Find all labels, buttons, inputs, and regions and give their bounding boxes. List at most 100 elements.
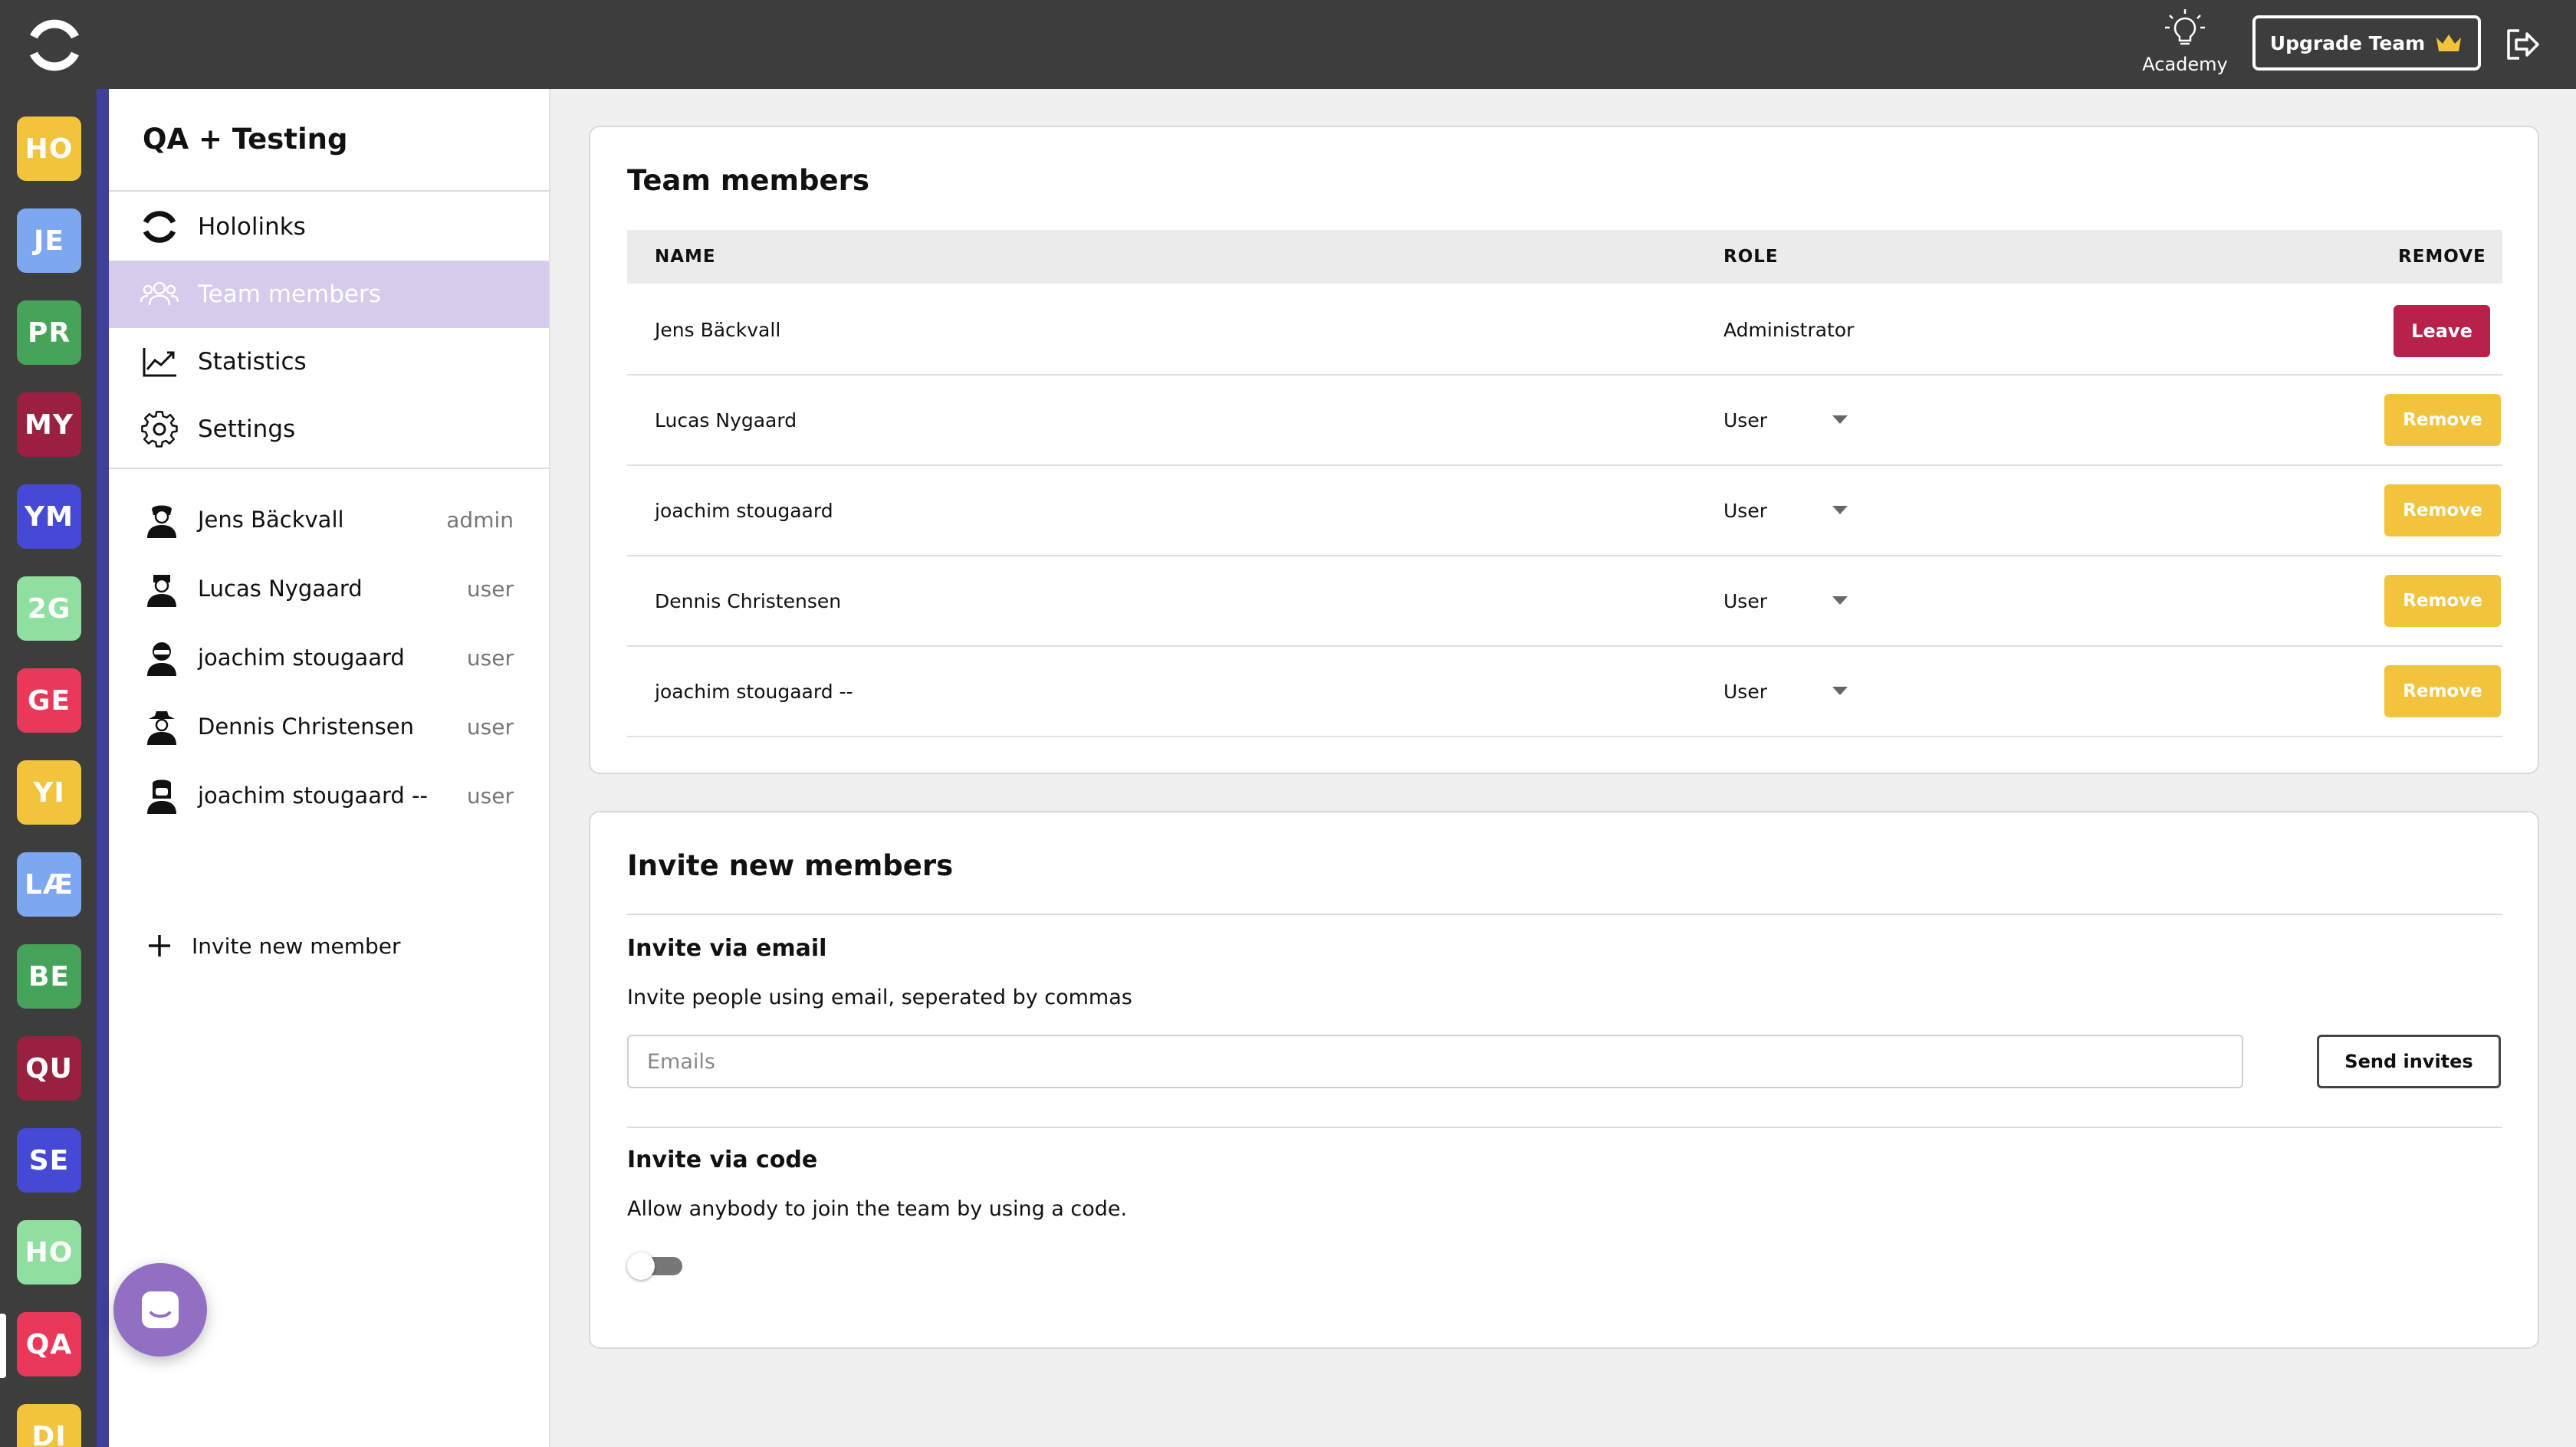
sidebar-member-lucas[interactable]: Lucas Nygaard user xyxy=(109,558,549,619)
team-members-title: Team members xyxy=(627,164,869,197)
row-member-name: joachim stougaard xyxy=(655,500,833,522)
nav-item-hololinks[interactable]: Hololinks xyxy=(109,193,549,261)
row-member-name: Jens Bäckvall xyxy=(655,319,781,341)
column-header-remove: REMOVE xyxy=(2398,247,2486,267)
user-avatar-icon xyxy=(147,575,176,607)
role-select[interactable]: User xyxy=(1723,500,1767,522)
chevron-down-icon[interactable] xyxy=(1832,415,1848,424)
sidebar-member-joachim-2[interactable]: joachim stougaard -- user xyxy=(109,765,549,826)
chat-icon xyxy=(142,1291,179,1328)
table-row: joachim stougaard -- User Remove xyxy=(627,647,2502,737)
chat-support-button[interactable] xyxy=(113,1263,207,1357)
top-bar: Academy Upgrade Team xyxy=(0,0,2576,89)
team-switcher-item[interactable]: QU xyxy=(17,1036,81,1101)
plus-icon xyxy=(149,935,170,956)
invite-new-member-link[interactable]: Invite new member xyxy=(109,915,549,976)
leave-team-button[interactable]: Leave xyxy=(2394,305,2490,357)
sidebar-member-jens[interactable]: Jens Bäckvall admin xyxy=(109,489,549,550)
member-name: Dennis Christensen xyxy=(198,714,414,740)
upgrade-team-label: Upgrade Team xyxy=(2269,31,2426,54)
team-switcher-item[interactable]: QA xyxy=(17,1312,81,1376)
team-switcher-item[interactable]: HO xyxy=(17,1220,81,1285)
user-avatar-icon xyxy=(147,711,176,745)
member-role: user xyxy=(466,714,514,740)
academy-link[interactable]: Academy xyxy=(2139,6,2231,83)
sidebar-member-joachim[interactable]: joachim stougaard user xyxy=(109,627,549,688)
team-members-card: Team members NAME ROLE REMOVE Jens Bäckv… xyxy=(589,126,2539,774)
member-role: admin xyxy=(446,507,514,533)
nav-label: Team members xyxy=(198,281,381,308)
remove-member-button[interactable]: Remove xyxy=(2384,394,2501,446)
row-member-role: Administrator xyxy=(1723,319,1855,341)
column-header-name: NAME xyxy=(655,247,716,267)
remove-member-button[interactable]: Remove xyxy=(2384,665,2501,717)
table-row: Jens Bäckvall Administrator Leave xyxy=(627,285,2502,376)
team-switcher-item[interactable]: GE xyxy=(17,668,81,733)
member-name: Jens Bäckvall xyxy=(198,507,344,533)
invite-code-title: Invite via code xyxy=(627,1147,818,1173)
role-select[interactable]: User xyxy=(1723,590,1767,612)
nav-label: Statistics xyxy=(198,348,307,376)
invite-email-title: Invite via email xyxy=(627,935,827,962)
email-input[interactable] xyxy=(627,1035,2243,1088)
toggle-knob xyxy=(627,1252,655,1280)
invite-title: Invite new members xyxy=(627,849,954,882)
team-icon xyxy=(140,281,179,306)
nav-item-statistics[interactable]: Statistics xyxy=(109,328,549,395)
invite-code-description: Allow anybody to join the team by using … xyxy=(627,1197,1128,1221)
chevron-down-icon[interactable] xyxy=(1832,506,1848,514)
team-sidebar: QA + Testing Hololinks Team members Stat… xyxy=(109,89,550,1447)
team-name: QA + Testing xyxy=(143,123,348,156)
team-switcher-item[interactable]: MY xyxy=(17,392,81,457)
logout-icon[interactable] xyxy=(2501,23,2544,66)
nav-item-team-members[interactable]: Team members xyxy=(109,261,549,328)
invite-new-member-label: Invite new member xyxy=(192,933,401,959)
row-member-name: Dennis Christensen xyxy=(655,590,842,612)
team-switcher-item[interactable]: PR xyxy=(17,300,81,365)
role-select[interactable]: User xyxy=(1723,409,1767,431)
row-member-name: joachim stougaard -- xyxy=(655,681,853,703)
remove-member-button[interactable]: Remove xyxy=(2384,484,2501,536)
team-switcher-item[interactable]: SE xyxy=(17,1128,81,1193)
team-switcher-item[interactable]: BE xyxy=(17,944,81,1009)
member-role: user xyxy=(466,783,514,809)
hololinks-icon xyxy=(143,211,176,243)
team-switcher-item[interactable]: 2G xyxy=(17,576,81,641)
team-switcher-item[interactable]: JE xyxy=(17,208,81,273)
remove-member-button[interactable]: Remove xyxy=(2384,575,2501,627)
academy-label: Academy xyxy=(2142,54,2228,75)
members-table-header: NAME ROLE REMOVE xyxy=(627,230,2502,284)
invite-code-toggle[interactable] xyxy=(627,1252,684,1280)
app-logo-icon[interactable] xyxy=(23,14,86,77)
row-member-name: Lucas Nygaard xyxy=(655,409,797,431)
user-avatar-icon xyxy=(147,505,176,538)
member-name: joachim stougaard xyxy=(198,645,405,671)
nav-label: Hololinks xyxy=(198,213,306,241)
lightbulb-icon xyxy=(2165,9,2205,45)
table-row: Lucas Nygaard User Remove xyxy=(627,376,2502,466)
chevron-down-icon[interactable] xyxy=(1832,596,1848,605)
chevron-down-icon[interactable] xyxy=(1832,687,1848,695)
team-switcher-item[interactable]: YI xyxy=(17,760,81,825)
sidebar-divider xyxy=(109,468,550,469)
user-avatar-icon xyxy=(147,779,176,814)
table-row: Dennis Christensen User Remove xyxy=(627,556,2502,647)
section-divider xyxy=(627,1127,2502,1128)
member-name: joachim stougaard -- xyxy=(198,783,428,809)
nav-label: Settings xyxy=(198,415,296,443)
user-avatar-icon xyxy=(147,642,176,676)
team-switcher-item[interactable]: HO xyxy=(17,116,81,181)
crown-icon xyxy=(2436,34,2462,51)
team-switcher-item[interactable]: YM xyxy=(17,484,81,549)
gear-icon xyxy=(141,411,178,448)
member-role: user xyxy=(466,576,514,602)
member-role: user xyxy=(466,645,514,671)
upgrade-team-button[interactable]: Upgrade Team xyxy=(2252,15,2481,71)
send-invites-button[interactable]: Send invites xyxy=(2317,1035,2501,1088)
team-switcher-item[interactable]: DI xyxy=(17,1404,81,1447)
sidebar-member-dennis[interactable]: Dennis Christensen user xyxy=(109,696,549,757)
active-team-indicator xyxy=(0,1314,6,1378)
nav-item-settings[interactable]: Settings xyxy=(109,395,549,463)
team-switcher-item[interactable]: LÆ xyxy=(17,852,81,917)
role-select[interactable]: User xyxy=(1723,681,1767,703)
